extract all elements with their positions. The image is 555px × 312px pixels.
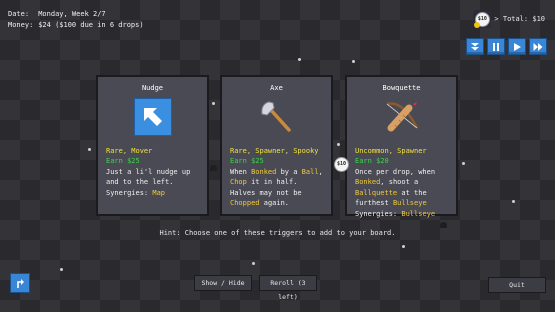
- total-readout: $10 > Total: $10: [473, 10, 545, 28]
- date-label: Date:: [8, 10, 30, 18]
- synergies-value: Map: [152, 188, 166, 197]
- return-arrow-icon: [17, 279, 24, 288]
- peg: [252, 262, 255, 265]
- date-readout: Date: Monday, Week 2/7: [8, 10, 106, 18]
- peg: [298, 58, 301, 61]
- gem-coin: $10: [474, 11, 490, 27]
- up-left-arrow-icon: [133, 97, 172, 136]
- keyword-ball: Ball: [301, 167, 319, 176]
- peg: [352, 60, 355, 63]
- peg: [337, 143, 340, 146]
- keyword-bonked: Bonked: [251, 167, 277, 176]
- axe-icon: [258, 98, 296, 136]
- money-value: $24 ($100 due in 6 drops): [38, 21, 144, 29]
- card-synergies: Synergies: Map: [106, 188, 199, 199]
- peg: [212, 102, 215, 105]
- peg: [60, 268, 63, 271]
- fast-drop-button[interactable]: [466, 38, 484, 55]
- coin-icon: $10: [334, 157, 349, 172]
- card-tags: Rare, Spawner, Spooky: [230, 146, 319, 155]
- card-synergies: Synergies: Bullseye: [355, 209, 448, 220]
- peg: [462, 162, 465, 165]
- date-value: Monday, Week 2/7: [38, 10, 106, 18]
- card-tags: Rare, Mover: [106, 146, 153, 155]
- card-art: [133, 97, 172, 136]
- ghost-icon: [440, 222, 447, 228]
- total-text: > Total: $10: [494, 15, 545, 23]
- card-title: Bowquette: [382, 84, 421, 92]
- gem-icon: $10: [473, 10, 492, 28]
- playback-controls: [466, 38, 547, 55]
- card-description: Once per drop, when Bonked, shoot a Ball…: [355, 167, 436, 208]
- ghost-icon: [210, 165, 217, 171]
- peg: [402, 245, 405, 248]
- trigger-card-bowquette[interactable]: Bowquette Uncommon, Spawner Earn $20 Onc…: [345, 75, 458, 218]
- peg: [88, 148, 91, 151]
- synergies-value: Bullseye: [401, 209, 436, 218]
- card-earn: Earn $25: [106, 157, 140, 165]
- reroll-button[interactable]: Reroll (3 left): [259, 275, 317, 301]
- show-hide-button[interactable]: Show / Hide: [194, 275, 252, 291]
- money-label: Money:: [8, 21, 34, 29]
- card-earn: Earn $20: [355, 157, 389, 165]
- bowquette-icon: [383, 98, 421, 136]
- keyword-chopped: Chopped: [230, 199, 260, 207]
- double-down-arrow-icon: [471, 42, 479, 50]
- play-button[interactable]: [508, 38, 526, 55]
- pause-icon: [493, 42, 499, 51]
- keyword-bullseye: Bullseye: [392, 199, 427, 207]
- keyword-ballquette: Ballquette: [355, 188, 398, 197]
- quit-button[interactable]: Quit: [488, 277, 546, 293]
- hint-text: Hint: Choose one of these triggers to ad…: [159, 229, 396, 237]
- pause-button[interactable]: [487, 38, 505, 55]
- card-title: Nudge: [141, 84, 164, 92]
- trigger-card-nudge[interactable]: Nudge Rare, Mover Earn $25 Just a li'l n…: [96, 75, 209, 216]
- money-readout: Money: $24 ($100 due in 6 drops): [8, 21, 144, 29]
- synergies-label: Synergies:: [106, 188, 149, 197]
- synergies-label: Synergies:: [355, 209, 398, 218]
- card-description: Just a li'l nudge up and to the left.: [106, 167, 191, 187]
- fast-forward-icon: [533, 42, 543, 51]
- back-button[interactable]: [10, 273, 30, 293]
- play-icon: [514, 42, 521, 51]
- keyword-chop: Chop: [230, 178, 247, 186]
- fast-forward-button[interactable]: [529, 38, 547, 55]
- card-tags: Uncommon, Spawner: [355, 146, 427, 155]
- keyword-bonked: Bonked: [355, 178, 381, 186]
- card-description: When Bonked by a Ball, Chop it in half. …: [230, 167, 323, 208]
- card-title: Axe: [270, 84, 283, 92]
- card-earn: Earn $25: [230, 157, 264, 165]
- trigger-card-axe[interactable]: Axe Rare, Spawner, Spooky Earn $25 When …: [220, 75, 333, 216]
- peg: [512, 200, 515, 203]
